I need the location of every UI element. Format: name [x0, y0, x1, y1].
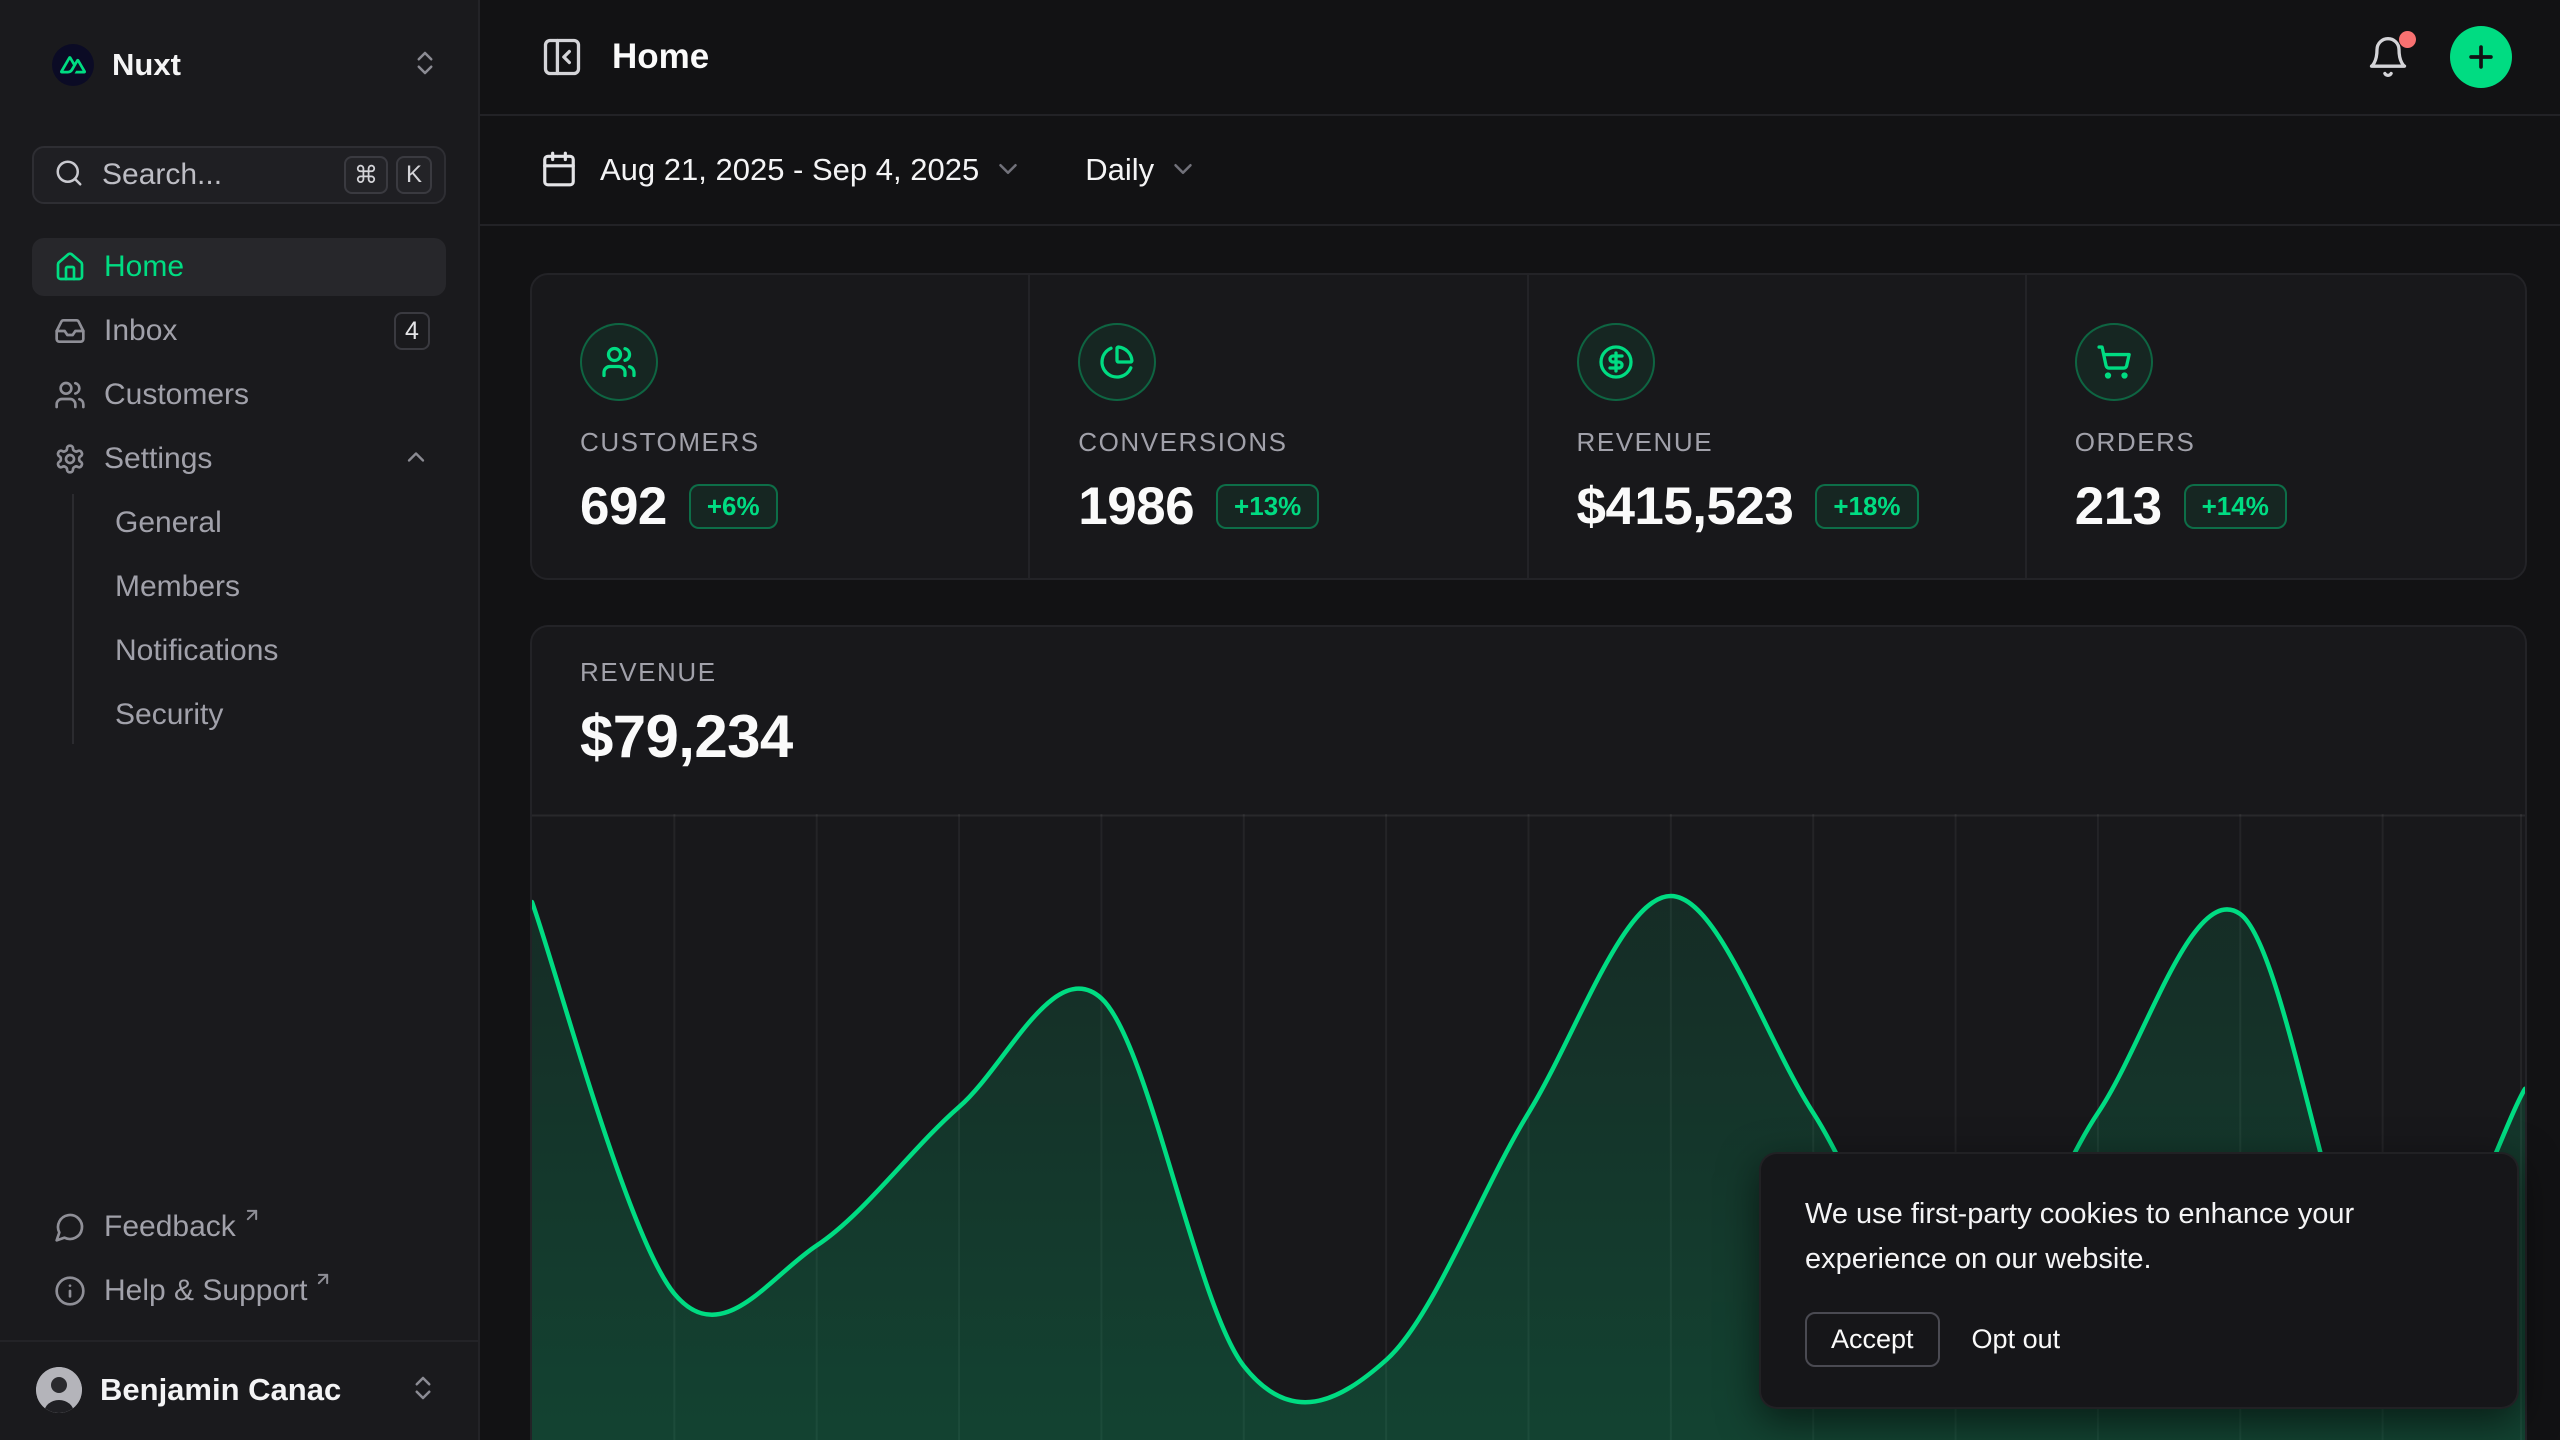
stat-value: 692: [580, 476, 667, 537]
sidebar-item-customers[interactable]: Customers: [32, 366, 446, 424]
kbd-k: K: [396, 156, 432, 194]
notification-dot: [2399, 31, 2416, 48]
stat-value: 213: [2075, 476, 2162, 537]
sidebar-item-general[interactable]: General: [105, 494, 446, 552]
inbox-icon: [54, 315, 86, 347]
external-link-icon: [242, 1205, 262, 1230]
cookie-accept-button[interactable]: Accept: [1805, 1312, 1940, 1367]
sidebar-item-home[interactable]: Home: [32, 238, 446, 296]
date-range-value: Aug 21, 2025 - Sep 4, 2025: [600, 152, 979, 188]
stat-card-orders[interactable]: ORDERS 213 +14%: [2027, 275, 2525, 578]
info-circle-icon: [54, 1275, 86, 1307]
stat-value: $415,523: [1577, 476, 1794, 537]
page-header: Home: [480, 0, 2560, 116]
sidebar-item-settings[interactable]: Settings: [32, 430, 446, 488]
sidebar-nav: Home Inbox 4 Customers Settings: [32, 238, 446, 750]
external-link-icon: [313, 1269, 333, 1294]
users-icon: [54, 379, 86, 411]
inbox-count-badge: 4: [394, 312, 430, 350]
user-menu[interactable]: Benjamin Canac: [24, 1358, 454, 1422]
stat-card-customers[interactable]: CUSTOMERS 692 +6%: [532, 275, 1030, 578]
chart-pie-icon: [1078, 323, 1156, 401]
circle-dollar-icon: [1577, 323, 1655, 401]
users-icon: [580, 323, 658, 401]
avatar: [36, 1367, 82, 1413]
kbd-cmd: ⌘: [344, 156, 388, 194]
stats-row: CUSTOMERS 692 +6% CONVERSIONS 1986 +13%: [530, 273, 2527, 580]
revenue-panel-label: REVENUE: [580, 657, 2477, 688]
sidebar-item-label: Home: [104, 250, 430, 284]
chevron-up-icon: [402, 443, 430, 476]
search-icon: [54, 158, 84, 193]
cookie-message: We use first-party cookies to enhance yo…: [1805, 1192, 2473, 1282]
sidebar: Nuxt Search... ⌘ K Home: [0, 0, 480, 1440]
shopping-cart-icon: [2075, 323, 2153, 401]
nuxt-logo-icon: [52, 44, 94, 86]
stat-delta-badge: +14%: [2184, 484, 2287, 529]
message-bubble-icon: [54, 1211, 86, 1243]
feedback-link[interactable]: Feedback: [32, 1198, 446, 1256]
chevrons-up-down-icon: [410, 48, 440, 83]
sidebar-item-inbox[interactable]: Inbox 4: [32, 302, 446, 360]
help-support-label: Help & Support: [104, 1274, 307, 1308]
stat-delta-badge: +6%: [689, 484, 778, 529]
sidebar-footer-links: Feedback Help & Support: [32, 1198, 446, 1326]
search-input[interactable]: Search... ⌘ K: [32, 146, 446, 204]
help-support-link[interactable]: Help & Support: [32, 1262, 446, 1320]
team-switcher[interactable]: Nuxt: [32, 36, 450, 94]
settings-sub-list: General Members Notifications Security: [72, 494, 446, 744]
stat-label: REVENUE: [1577, 427, 1985, 458]
stat-label: CUSTOMERS: [580, 427, 988, 458]
sidebar-item-label: Inbox: [104, 314, 394, 348]
chevron-down-icon: [993, 154, 1023, 187]
user-name: Benjamin Canac: [100, 1372, 408, 1408]
sidebar-item-label: Settings: [104, 442, 402, 476]
chevron-down-icon: [1168, 154, 1198, 187]
revenue-panel-value: $79,234: [580, 702, 2477, 771]
sidebar-item-members[interactable]: Members: [105, 558, 446, 616]
sidebar-item-security[interactable]: Security: [105, 686, 446, 744]
search-placeholder: Search...: [102, 158, 336, 192]
stat-label: CONVERSIONS: [1078, 427, 1486, 458]
calendar-icon: [540, 150, 578, 191]
stat-delta-badge: +18%: [1815, 484, 1918, 529]
add-button[interactable]: [2450, 26, 2512, 88]
page-title: Home: [612, 37, 2366, 77]
sidebar-spacer: [0, 750, 478, 1198]
home-icon: [54, 251, 86, 283]
granularity-value: Daily: [1085, 152, 1154, 188]
chevrons-up-down-icon: [408, 1373, 438, 1408]
gear-icon: [54, 443, 86, 475]
user-section: Benjamin Canac: [0, 1340, 478, 1440]
sidebar-item-notifications[interactable]: Notifications: [105, 622, 446, 680]
granularity-select[interactable]: Daily: [1085, 152, 1198, 188]
feedback-label: Feedback: [104, 1210, 236, 1244]
sidebar-collapse-button[interactable]: [540, 35, 584, 79]
stat-value: 1986: [1078, 476, 1194, 537]
stat-delta-badge: +13%: [1216, 484, 1319, 529]
cookie-banner: We use first-party cookies to enhance yo…: [1759, 1152, 2519, 1409]
stat-card-revenue[interactable]: REVENUE $415,523 +18%: [1529, 275, 2027, 578]
sidebar-item-label: Customers: [104, 378, 430, 412]
filters-toolbar: Aug 21, 2025 - Sep 4, 2025 Daily: [480, 116, 2560, 226]
cookie-optout-button[interactable]: Opt out: [1964, 1314, 2069, 1365]
brand-name: Nuxt: [112, 47, 410, 83]
date-range-picker[interactable]: Aug 21, 2025 - Sep 4, 2025: [540, 150, 1023, 191]
stat-card-conversions[interactable]: CONVERSIONS 1986 +13%: [1030, 275, 1528, 578]
stat-label: ORDERS: [2075, 427, 2485, 458]
